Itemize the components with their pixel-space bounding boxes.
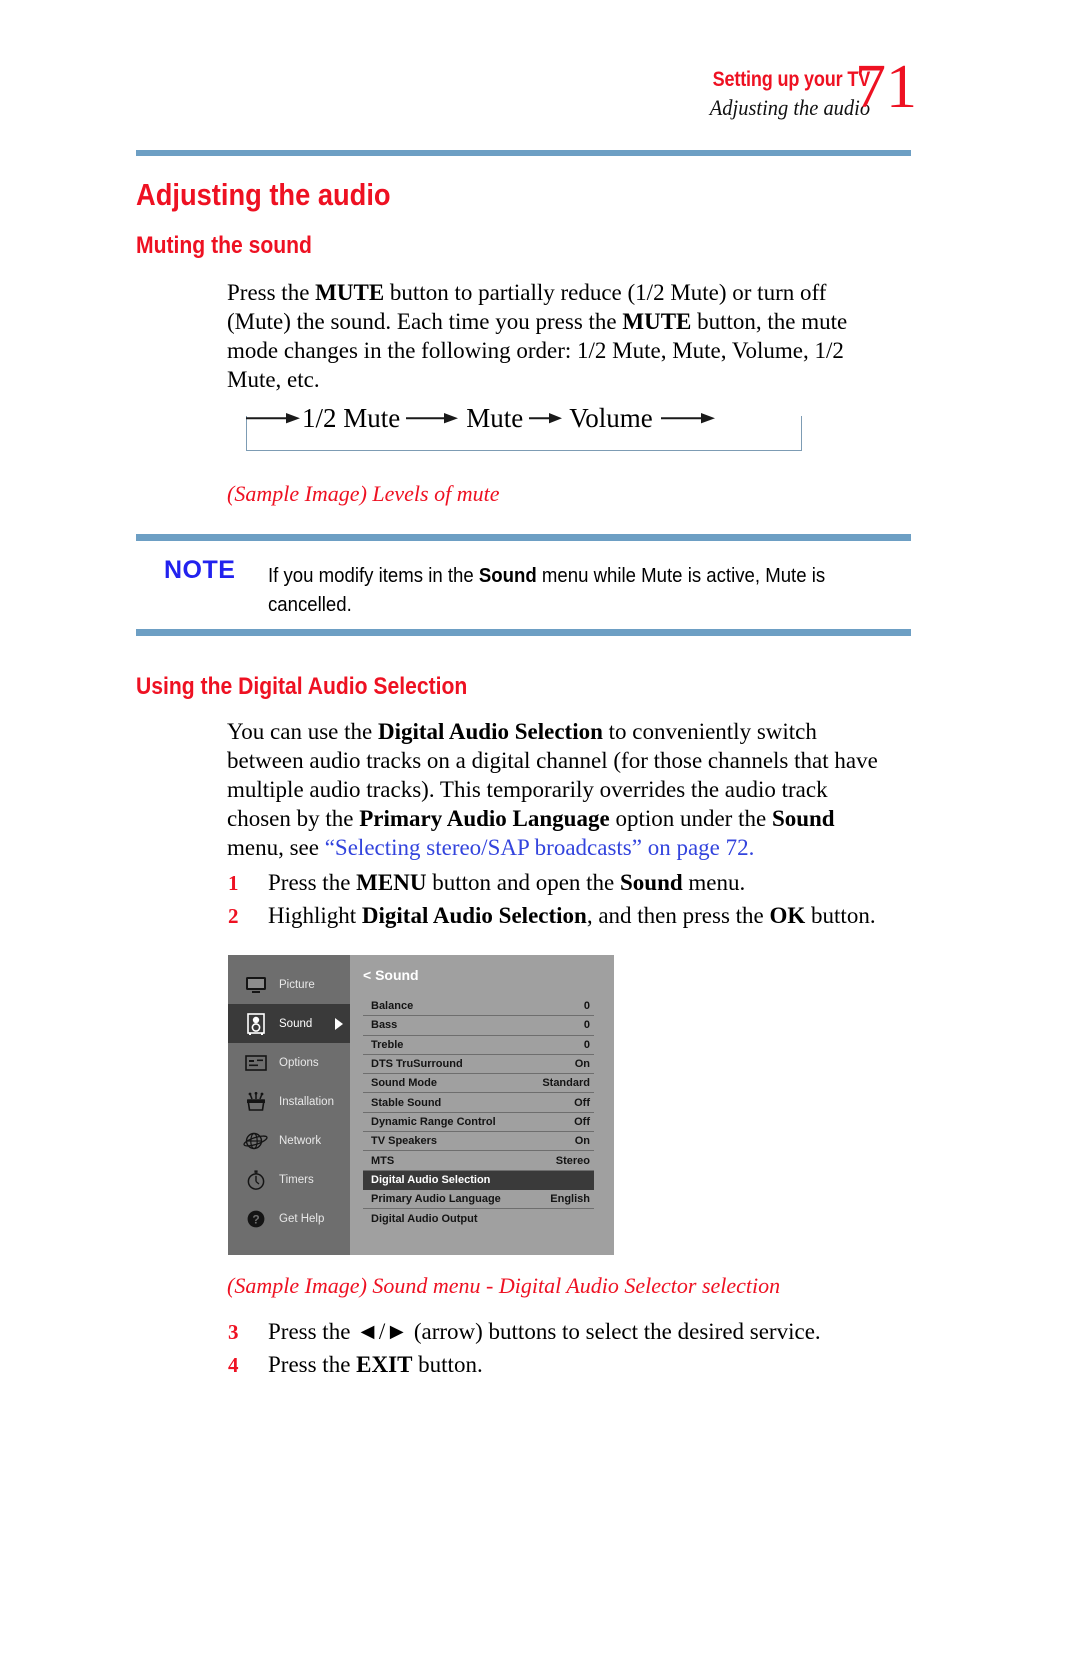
tv-setting-value: Standard bbox=[542, 1077, 590, 1090]
options-panel-icon bbox=[241, 1050, 271, 1076]
sidebar-label-network: Network bbox=[279, 1134, 322, 1147]
tv-setting-row[interactable]: MTS Stereo bbox=[363, 1151, 594, 1171]
sidebar-item-installation[interactable]: Installation bbox=[228, 1082, 350, 1121]
tv-setting-value: English bbox=[550, 1193, 590, 1206]
tv-setting-name: Stable Sound bbox=[371, 1096, 442, 1109]
step-number-3: 3 bbox=[228, 1320, 239, 1344]
tv-setting-row[interactable]: Digital Audio Selection bbox=[363, 1170, 594, 1190]
muting-paragraph: Press the MUTE button to partially reduc… bbox=[227, 280, 848, 392]
tv-setting-row[interactable]: DTS TruSurround On bbox=[363, 1055, 594, 1075]
sidebar-label-installation: Installation bbox=[279, 1095, 334, 1108]
step-number-1: 1 bbox=[228, 871, 239, 895]
tv-setting-value: Off bbox=[574, 1115, 590, 1128]
figure-caption-mute: (Sample Image) Levels of mute bbox=[227, 481, 500, 506]
manual-page: Setting up your TV Adjusting the audio 7… bbox=[0, 0, 1080, 1657]
tv-setting-row[interactable]: Sound Mode Standard bbox=[363, 1074, 594, 1094]
tv-setting-row[interactable]: Dynamic Range Control Off bbox=[363, 1113, 594, 1133]
header-titles: Setting up your TV Adjusting the audio bbox=[687, 68, 870, 122]
tv-setting-row[interactable]: Balance 0 bbox=[363, 997, 594, 1017]
tv-setting-name: Balance bbox=[371, 1000, 414, 1013]
tv-setting-value: 0 bbox=[583, 1019, 590, 1032]
tv-setting-name: Treble bbox=[371, 1038, 404, 1051]
arrow-icon-1 bbox=[406, 410, 460, 426]
header-subsection: Adjusting the audio bbox=[709, 95, 870, 120]
note-top-divider bbox=[136, 534, 911, 541]
arrow-icon-2 bbox=[529, 410, 563, 426]
tv-setting-row[interactable]: Bass 0 bbox=[363, 1016, 594, 1036]
tv-setting-name: Primary Audio Language bbox=[371, 1193, 501, 1206]
sidebar-label-picture: Picture bbox=[279, 978, 315, 991]
question-help-icon: ? bbox=[241, 1206, 271, 1232]
mute-step-1: Mute bbox=[466, 402, 524, 433]
speaker-icon bbox=[241, 1011, 271, 1037]
installation-toolbox-icon bbox=[241, 1089, 271, 1115]
sidebar-item-timers[interactable]: Timers bbox=[228, 1160, 350, 1199]
tv-setting-name: DTS TruSurround bbox=[371, 1058, 463, 1071]
tv-setting-name: MTS bbox=[371, 1154, 395, 1167]
note-label: NOTE bbox=[164, 556, 236, 584]
tv-menu-panel: < Sound Balance 0 Bass 0 Treble 0 DTS TruSurro… bbox=[350, 955, 614, 1255]
tv-setting-row[interactable]: Primary Audio Language English bbox=[363, 1190, 594, 1210]
tv-setting-value: Stereo bbox=[555, 1154, 590, 1167]
header-divider bbox=[136, 150, 911, 156]
tv-menu-sidebar: Picture Sound Options Installation Netwo… bbox=[228, 955, 350, 1255]
sidebar-item-options[interactable]: Options bbox=[228, 1043, 350, 1082]
step-text-3: Press the ◄/► (arrow) buttons to select … bbox=[268, 1319, 821, 1344]
mute-cycle-row: 1/2 Mute Mute Volume bbox=[246, 398, 802, 438]
section-heading-muting: Muting the sound bbox=[136, 232, 312, 259]
tv-setting-value: On bbox=[574, 1135, 590, 1148]
sidebar-item-sound[interactable]: Sound bbox=[228, 1004, 350, 1043]
tv-setting-name: Digital Audio Selection bbox=[371, 1173, 491, 1186]
sidebar-label-options: Options bbox=[279, 1056, 319, 1069]
cross-reference-link[interactable]: “Selecting stereo/SAP broadcasts” on pag… bbox=[325, 835, 755, 860]
tv-setting-name: Dynamic Range Control bbox=[371, 1115, 496, 1128]
tv-setting-name: Bass bbox=[371, 1019, 398, 1032]
tv-setting-row[interactable]: Treble 0 bbox=[363, 1036, 594, 1055]
svg-text:?: ? bbox=[252, 1212, 259, 1226]
sidebar-item-network[interactable]: Network bbox=[228, 1121, 350, 1160]
note-text: If you modify items in the Sound menu wh… bbox=[268, 565, 826, 616]
tv-monitor-icon bbox=[241, 972, 271, 998]
tv-setting-value: Off bbox=[574, 1096, 590, 1109]
tv-setting-row[interactable]: Stable Sound Off bbox=[363, 1093, 594, 1113]
mute-step-2: Volume bbox=[569, 402, 653, 433]
step-number-4: 4 bbox=[228, 1353, 239, 1377]
tv-setting-row[interactable]: TV Speakers On bbox=[363, 1132, 594, 1152]
arrow-icon-0 bbox=[246, 410, 302, 426]
page-number: 71 bbox=[855, 53, 917, 121]
page-header: Setting up your TV Adjusting the audio 7… bbox=[0, 56, 1080, 148]
figure-caption-sound-menu: (Sample Image) Sound menu - Digital Audi… bbox=[227, 1273, 781, 1298]
step-number-2: 2 bbox=[228, 904, 239, 928]
sidebar-item-picture[interactable]: Picture bbox=[228, 965, 350, 1004]
tv-setting-name: Sound Mode bbox=[371, 1077, 437, 1090]
section-heading-digital-audio: Using the Digital Audio Selection bbox=[136, 673, 468, 700]
sidebar-label-sound: Sound bbox=[279, 1017, 313, 1030]
tv-setting-value: 0 bbox=[583, 1000, 590, 1013]
digital-audio-paragraph: You can use the Digital Audio Selection … bbox=[227, 719, 878, 860]
step-text-2: Highlight Digital Audio Selection, and t… bbox=[268, 903, 876, 928]
arrow-icon-3 bbox=[660, 410, 717, 426]
sidebar-label-timers: Timers bbox=[279, 1173, 314, 1186]
tv-setting-value: 0 bbox=[583, 1038, 590, 1051]
step-text-1: Press the MENU button and open the Sound… bbox=[268, 870, 746, 895]
tv-setting-row[interactable]: Digital Audio Output bbox=[363, 1209, 594, 1228]
mute-cycle-diagram: 1/2 Mute Mute Volume bbox=[246, 398, 802, 446]
mute-step-0: 1/2 Mute bbox=[302, 402, 401, 433]
page-title: Adjusting the audio bbox=[136, 177, 391, 212]
note-bottom-divider bbox=[136, 629, 911, 636]
header-section: Setting up your TV bbox=[712, 68, 871, 91]
sidebar-label-get-help: Get Help bbox=[279, 1212, 325, 1225]
tv-setting-name: TV Speakers bbox=[371, 1135, 438, 1148]
chevron-right-icon bbox=[335, 1017, 343, 1030]
step-text-4: Press the EXIT button. bbox=[268, 1352, 483, 1377]
tv-menu-title: < Sound bbox=[363, 967, 419, 983]
tv-settings-list: Balance 0 Bass 0 Treble 0 DTS TruSurround On Sou… bbox=[363, 997, 594, 1229]
globe-network-icon bbox=[241, 1128, 271, 1154]
tv-setting-name: Digital Audio Output bbox=[371, 1212, 478, 1225]
sidebar-item-get-help[interactable]: ? Get Help bbox=[228, 1199, 350, 1238]
tv-sound-menu-screenshot: Picture Sound Options Installation Netwo… bbox=[228, 955, 614, 1255]
tv-setting-value: On bbox=[574, 1058, 590, 1071]
stopwatch-icon bbox=[241, 1167, 271, 1193]
